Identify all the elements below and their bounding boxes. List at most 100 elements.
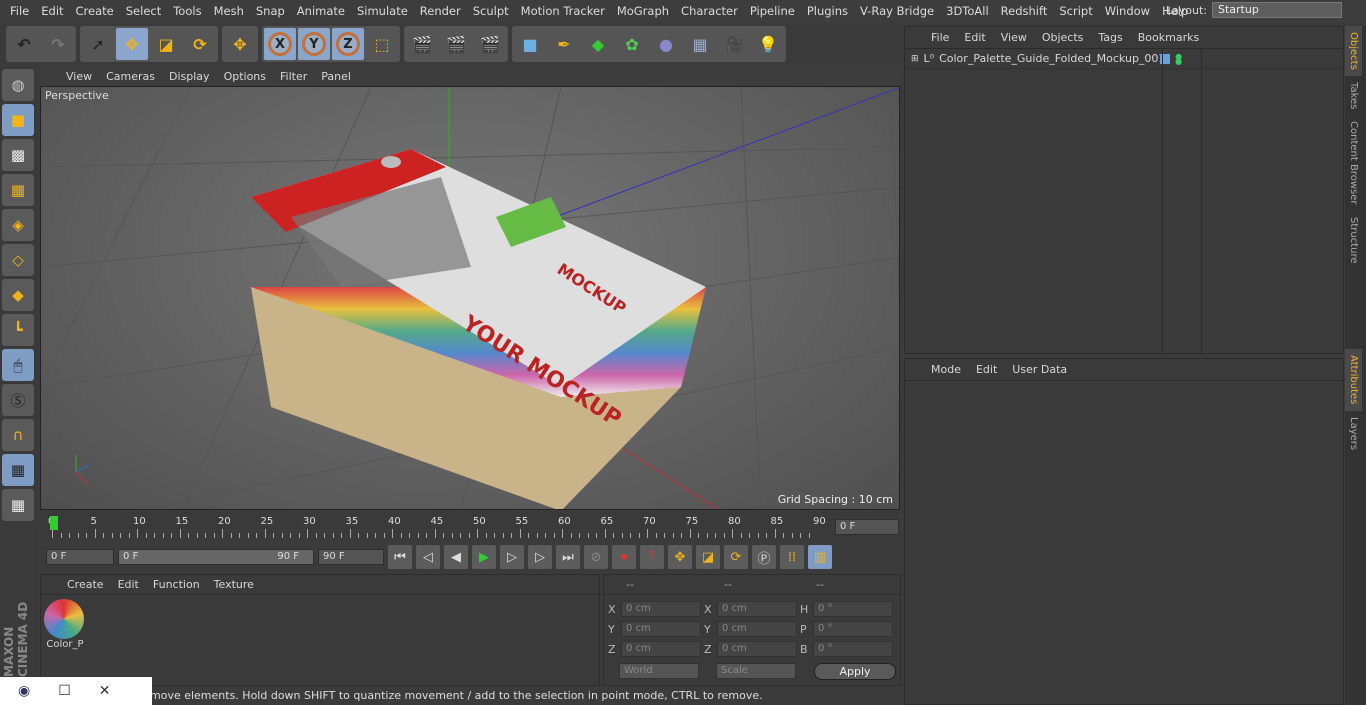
snap-settings-icon[interactable]: ▦ bbox=[2, 489, 34, 521]
tab-layers[interactable]: Layers bbox=[1345, 411, 1362, 456]
rotate-icon[interactable]: ⟳ bbox=[184, 28, 216, 60]
go-to-end-icon[interactable]: ⏭ bbox=[556, 545, 580, 569]
viewport-menu-filter[interactable]: Filter bbox=[280, 70, 307, 83]
previous-frame-icon[interactable]: ◀ bbox=[444, 545, 468, 569]
menu-window[interactable]: Window bbox=[1099, 4, 1156, 18]
model-mode-icon[interactable]: ■ bbox=[2, 104, 34, 136]
object-menu-view[interactable]: View bbox=[1001, 31, 1027, 44]
menu-select[interactable]: Select bbox=[120, 4, 167, 18]
coord-field[interactable]: 0 cm bbox=[621, 601, 701, 617]
menu-pipeline[interactable]: Pipeline bbox=[744, 4, 801, 18]
go-to-start-icon[interactable]: ⏮ bbox=[388, 545, 412, 569]
coord-field[interactable]: 0 cm bbox=[621, 641, 701, 657]
edges-mode-icon[interactable]: ◇ bbox=[2, 244, 34, 276]
make-editable-icon[interactable]: ◍ bbox=[2, 69, 34, 101]
playhead[interactable] bbox=[50, 516, 58, 530]
frame-range-slider[interactable]: 0 F 90 F bbox=[118, 549, 314, 565]
menu-animate[interactable]: Animate bbox=[291, 4, 351, 18]
pen-icon[interactable]: ✒ bbox=[548, 28, 580, 60]
solo-icon[interactable]: Ⓢ bbox=[2, 384, 34, 416]
key-pla-icon[interactable]: ⁞⁞ bbox=[780, 545, 804, 569]
visibility-dots-icon[interactable]: ● ● bbox=[1175, 52, 1182, 65]
menu-create[interactable]: Create bbox=[70, 4, 120, 18]
end-frame-field[interactable]: 90 F bbox=[318, 549, 384, 565]
coord-field[interactable]: 0 ° bbox=[813, 601, 893, 617]
menu-simulate[interactable]: Simulate bbox=[351, 4, 414, 18]
start-frame-field[interactable]: 0 F bbox=[46, 549, 114, 565]
current-frame-field[interactable]: 0 F bbox=[835, 519, 899, 535]
layout-selector[interactable]: Layout: Startup bbox=[1166, 2, 1342, 18]
timeline-icon[interactable]: ▥ bbox=[808, 545, 832, 569]
material-item[interactable]: Color_P bbox=[44, 599, 86, 650]
menu-character[interactable]: Character bbox=[675, 4, 744, 18]
tab-content-browser[interactable]: Content Browser bbox=[1345, 115, 1362, 210]
menu-motion-tracker[interactable]: Motion Tracker bbox=[515, 4, 611, 18]
close-icon[interactable]: ✕ bbox=[99, 683, 111, 699]
menu-script[interactable]: Script bbox=[1053, 4, 1098, 18]
play-icon[interactable]: ▶ bbox=[472, 545, 496, 569]
expand-icon[interactable]: ⊞ bbox=[911, 54, 919, 64]
workplane-lock-icon[interactable]: ▦ bbox=[2, 454, 34, 486]
minimized-window[interactable]: ◉ ☐ ✕ bbox=[0, 677, 152, 705]
key-scale-icon[interactable]: ◪ bbox=[696, 545, 720, 569]
attribute-menu-edit[interactable]: Edit bbox=[976, 363, 997, 376]
viewport-menu-options[interactable]: Options bbox=[224, 70, 266, 83]
autokey-icon[interactable]: ⏺ bbox=[612, 545, 636, 569]
keyframe-selection-icon[interactable]: ? bbox=[640, 545, 664, 569]
menu-3dtoall[interactable]: 3DToAll bbox=[940, 4, 995, 18]
redo-icon[interactable]: ↷ bbox=[42, 28, 74, 60]
y-axis-icon[interactable]: Y bbox=[298, 28, 330, 60]
key-position-icon[interactable]: ✥ bbox=[668, 545, 692, 569]
coord-field[interactable]: 0 cm bbox=[717, 621, 797, 637]
menu-render[interactable]: Render bbox=[414, 4, 467, 18]
snap-icon[interactable]: ∩ bbox=[2, 419, 34, 451]
menu-file[interactable]: File bbox=[4, 4, 35, 18]
menu-edit[interactable]: Edit bbox=[35, 4, 69, 18]
viewport-menu-cameras[interactable]: Cameras bbox=[106, 70, 155, 83]
cube-icon[interactable]: ■ bbox=[514, 28, 546, 60]
next-key-icon[interactable]: ▷ bbox=[528, 545, 552, 569]
record-icon[interactable]: ⊘ bbox=[584, 545, 608, 569]
tab-objects[interactable]: Objects bbox=[1345, 26, 1362, 76]
menu-mograph[interactable]: MoGraph bbox=[611, 4, 675, 18]
floor-icon[interactable]: ▦ bbox=[684, 28, 716, 60]
z-axis-icon[interactable]: Z bbox=[332, 28, 364, 60]
previous-key-icon[interactable]: ◁ bbox=[416, 545, 440, 569]
coordinate-system-icon[interactable]: ⬚ bbox=[366, 28, 398, 60]
menu-mesh[interactable]: Mesh bbox=[208, 4, 250, 18]
camera-icon[interactable]: 🎥 bbox=[718, 28, 750, 60]
coord-field[interactable]: 0 cm bbox=[717, 601, 797, 617]
subdivision-icon[interactable]: ◆ bbox=[582, 28, 614, 60]
object-row[interactable]: ⊞ L⁰ Color_Palette_Guide_Folded_Mockup_0… bbox=[905, 49, 1343, 69]
coord-field[interactable]: 0 ° bbox=[813, 621, 893, 637]
size-mode-dropdown[interactable]: Scale bbox=[716, 663, 796, 679]
transform-icon[interactable]: ✥ bbox=[224, 28, 256, 60]
menu-redshift[interactable]: Redshift bbox=[995, 4, 1054, 18]
coord-field[interactable]: 0 ° bbox=[813, 641, 893, 657]
material-menu-create[interactable]: Create bbox=[67, 578, 104, 591]
viewport-menu-view[interactable]: View bbox=[66, 70, 92, 83]
material-menu-function[interactable]: Function bbox=[153, 578, 200, 591]
viewport-menu-panel[interactable]: Panel bbox=[321, 70, 351, 83]
menu-v-ray-bridge[interactable]: V-Ray Bridge bbox=[854, 4, 940, 18]
points-mode-icon[interactable]: ◈ bbox=[2, 209, 34, 241]
material-menu-edit[interactable]: Edit bbox=[118, 578, 139, 591]
object-name[interactable]: Color_Palette_Guide_Folded_Mockup_001 bbox=[939, 52, 1165, 65]
scale-icon[interactable]: ◪ bbox=[150, 28, 182, 60]
menu-tools[interactable]: Tools bbox=[167, 4, 207, 18]
layout-dropdown[interactable]: Startup bbox=[1212, 2, 1342, 18]
coord-field[interactable]: 0 cm bbox=[717, 641, 797, 657]
render-settings-icon[interactable]: 🎬 bbox=[474, 28, 506, 60]
tab-takes[interactable]: Takes bbox=[1345, 76, 1362, 115]
menu-snap[interactable]: Snap bbox=[250, 4, 291, 18]
maximize-icon[interactable]: ☐ bbox=[58, 683, 71, 699]
render-picture-viewer-icon[interactable]: 🎬 bbox=[440, 28, 472, 60]
apply-button[interactable]: Apply bbox=[814, 663, 896, 680]
light-icon[interactable]: 💡 bbox=[752, 28, 784, 60]
menu-sculpt[interactable]: Sculpt bbox=[467, 4, 515, 18]
tab-structure[interactable]: Structure bbox=[1345, 211, 1362, 270]
object-menu-tags[interactable]: Tags bbox=[1098, 31, 1122, 44]
material-menu-texture[interactable]: Texture bbox=[214, 578, 254, 591]
undo-icon[interactable]: ↶ bbox=[8, 28, 40, 60]
object-menu-edit[interactable]: Edit bbox=[964, 31, 985, 44]
